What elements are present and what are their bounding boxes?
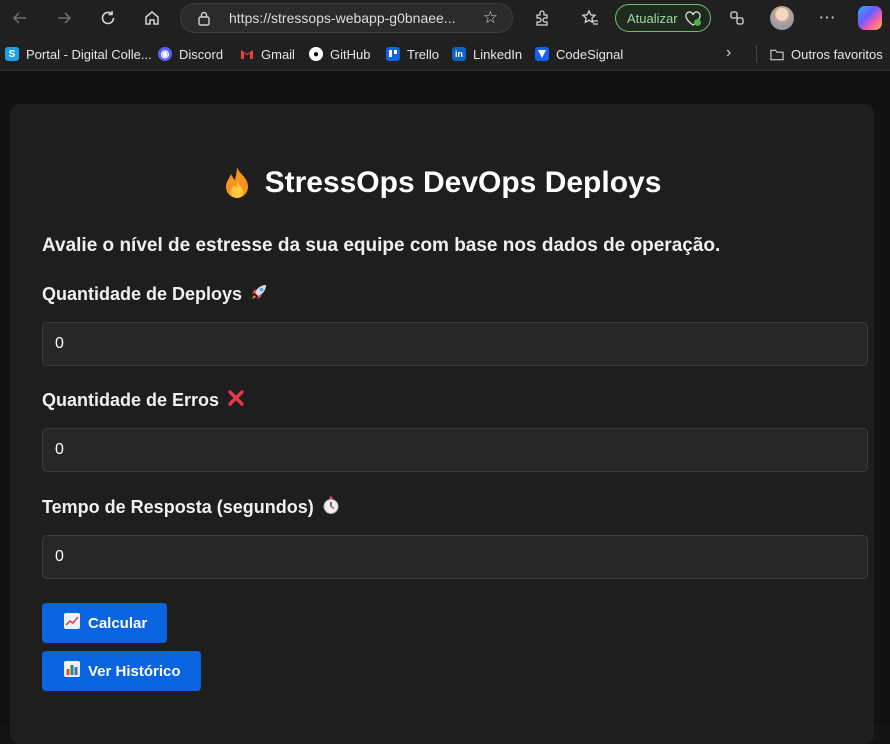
linkedin-icon: in (452, 47, 466, 61)
page-title: StressOps DevOps Deploys (264, 166, 662, 199)
rocket-icon (249, 282, 269, 307)
heart-pulse-icon (684, 10, 702, 30)
errors-input[interactable] (42, 428, 868, 472)
update-button[interactable]: Atualizar (615, 4, 711, 32)
folder-icon (770, 47, 784, 61)
page-subtitle: Avalie o nível de estresse da sua equipe… (42, 235, 721, 256)
s-logo-icon: S (5, 47, 19, 61)
more-menu-icon[interactable]: ⋯ (812, 4, 842, 32)
chevron-right-icon[interactable]: › (726, 44, 731, 62)
page-title-row: StressOps DevOps Deploys (10, 166, 874, 200)
cross-mark-icon (226, 388, 246, 413)
history-button[interactable]: Ver Histórico (42, 651, 201, 691)
response-time-label: Tempo de Resposta (segundos) (42, 495, 341, 520)
url-text[interactable]: https://stressops-webapp-g0bnaee... (229, 10, 459, 26)
forward-icon[interactable] (49, 4, 79, 32)
other-favorites[interactable]: Outros favoritos (770, 45, 883, 63)
errors-label: Quantidade de Erros (42, 388, 246, 413)
bookmark-portal[interactable]: S Portal - Digital Colle... (5, 45, 152, 63)
response-time-input[interactable] (42, 535, 868, 579)
discord-icon: ◉ (158, 47, 172, 61)
chart-increasing-icon (64, 613, 80, 633)
bookmark-trello[interactable]: Trello (386, 45, 439, 63)
bookmarks-bar: S Portal - Digital Colle... ◉ Discord Gm… (0, 37, 890, 71)
other-favorites-label: Outros favoritos (791, 46, 883, 62)
fire-icon (223, 166, 251, 200)
bookmark-label: Discord (179, 46, 224, 62)
stopwatch-icon (321, 495, 341, 520)
deploys-label: Quantidade de Deploys (42, 282, 269, 307)
github-icon: ● (309, 47, 323, 61)
calculate-button[interactable]: Calcular (42, 603, 167, 643)
bookmark-label: LinkedIn (473, 46, 523, 62)
profile-avatar[interactable] (770, 6, 794, 30)
gmail-icon (240, 47, 254, 61)
lock-icon[interactable] (197, 10, 211, 31)
favorite-star-icon[interactable]: ☆ (483, 8, 498, 28)
home-icon[interactable] (137, 4, 167, 32)
bookmark-label: Gmail (261, 46, 295, 62)
bookmark-label: Portal - Digital Colle... (26, 46, 152, 62)
errors-label-text: Quantidade de Erros (42, 390, 220, 410)
response-time-label-text: Tempo de Resposta (segundos) (42, 497, 314, 517)
trello-icon (386, 47, 400, 61)
bookmarks-divider (756, 45, 757, 63)
bookmark-label: GitHub (330, 46, 371, 62)
bookmark-linkedin[interactable]: in LinkedIn (452, 45, 522, 63)
favorites-icon[interactable] (575, 4, 605, 32)
codesignal-icon (535, 47, 549, 61)
back-icon[interactable] (5, 4, 35, 32)
bookmark-label: Trello (407, 46, 440, 62)
page-body: StressOps DevOps Deploys Avalie o nível … (0, 71, 890, 744)
bookmark-codesignal[interactable]: CodeSignal (535, 45, 623, 63)
bar-chart-icon (64, 661, 80, 681)
bookmark-discord[interactable]: ◉ Discord (158, 45, 223, 63)
extensions-icon[interactable] (527, 4, 557, 32)
copilot-icon[interactable] (858, 6, 882, 30)
bookmark-label: CodeSignal (556, 46, 624, 62)
workspaces-icon[interactable] (722, 4, 752, 32)
deploys-label-text: Quantidade de Deploys (42, 284, 243, 304)
bookmark-github[interactable]: ● GitHub (309, 45, 370, 63)
update-label: Atualizar (627, 10, 678, 26)
calculate-label: Calcular (88, 614, 148, 632)
bookmark-gmail[interactable]: Gmail (240, 45, 295, 63)
history-label: Ver Histórico (88, 662, 181, 680)
address-bar[interactable]: https://stressops-webapp-g0bnaee... ☆ (180, 3, 513, 33)
deploys-input[interactable] (42, 322, 868, 366)
app-card: StressOps DevOps Deploys Avalie o nível … (10, 104, 874, 744)
browser-toolbar: https://stressops-webapp-g0bnaee... ☆ At… (0, 0, 890, 37)
refresh-icon[interactable] (93, 4, 123, 32)
